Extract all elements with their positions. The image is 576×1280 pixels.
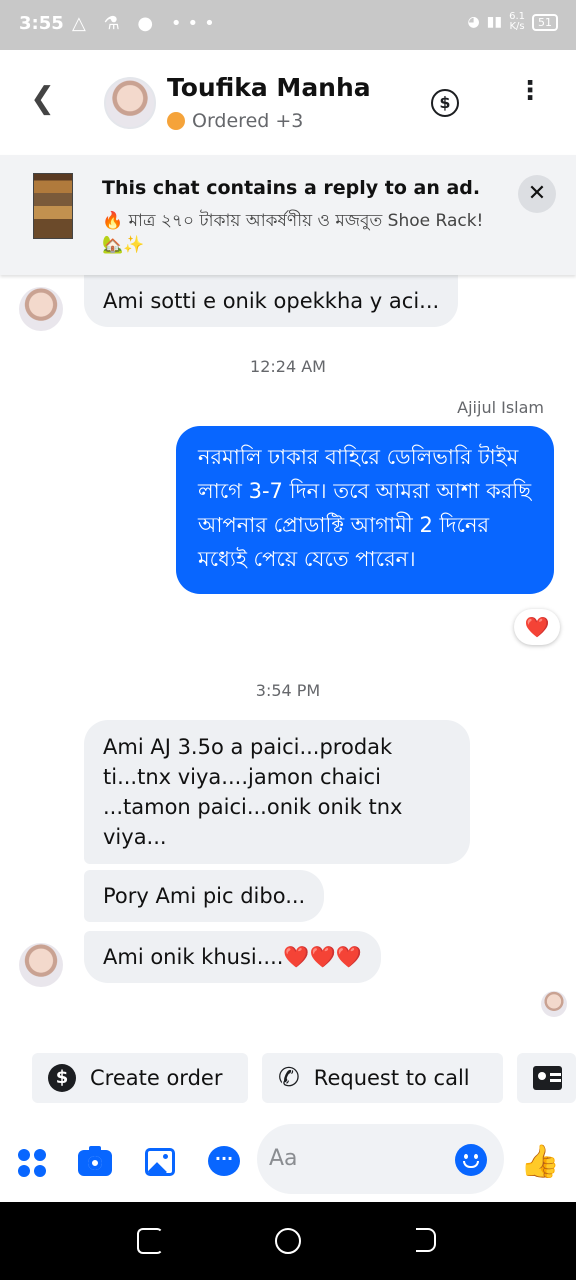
notification-icons: △ ⚗ ● •••: [72, 13, 221, 34]
signal-icon: ▮▮: [486, 14, 503, 30]
ad-banner-title: This chat contains a reply to an ad.: [102, 177, 481, 199]
request-call-label: Request to call: [313, 1066, 470, 1090]
ad-thumbnail[interactable]: [33, 173, 73, 239]
status-bar: 3:55 △ ⚗ ● ••• ◕ ▮▮ 6.1 K/s 51: [0, 0, 576, 50]
contact-name[interactable]: Toufika Manha: [167, 73, 371, 102]
status-label: Ordered +3: [192, 110, 304, 132]
wifi-icon: ◕: [467, 14, 480, 30]
speed-unit: K/s: [509, 21, 525, 32]
create-order-button[interactable]: $ Create order: [32, 1053, 248, 1103]
create-order-label: Create order: [90, 1066, 223, 1090]
dollar-icon: $: [48, 1064, 76, 1092]
status-time: 3:55: [19, 13, 64, 34]
outgoing-message[interactable]: নরমালি ঢাকার বাহিরে ডেলিভারি টাইম লাগে 3…: [176, 426, 554, 594]
incoming-message[interactable]: Ami AJ 3.5o a paici...prodak ti...tnx vi…: [84, 720, 470, 864]
back-arrow-icon[interactable]: ❮: [30, 84, 55, 114]
sender-avatar[interactable]: [19, 287, 63, 331]
ad-banner-description: 🔥 মাত্র ২৭০ টাকায় আকর্ষণীয় ও মজবুত Sho…: [102, 211, 484, 255]
recent-apps-icon[interactable]: [137, 1228, 163, 1254]
chat-header: ❮ Toufika Manha Ordered +3 $ ⋮: [0, 50, 576, 155]
incoming-message[interactable]: Ami onik khusi....❤️❤️❤️: [84, 931, 381, 983]
incoming-message[interactable]: Pory Ami pic dibo...: [84, 870, 325, 922]
contact-card-button[interactable]: [517, 1053, 576, 1103]
message-input[interactable]: Aa: [257, 1124, 504, 1194]
emoji-icon[interactable]: [455, 1144, 487, 1176]
request-to-call-button[interactable]: ✆ Request to call: [262, 1053, 503, 1103]
status-dot-icon: [167, 112, 185, 130]
sender-name: Ajijul Islam: [457, 398, 544, 417]
message-timestamp: 12:24 AM: [250, 357, 326, 376]
heart-reaction-icon[interactable]: ❤️: [514, 609, 560, 645]
saved-replies-icon[interactable]: ···: [208, 1146, 240, 1176]
message-placeholder: Aa: [269, 1146, 298, 1171]
battery-icon: 51: [532, 13, 558, 31]
sender-avatar[interactable]: [19, 943, 63, 987]
gallery-icon[interactable]: [145, 1148, 175, 1176]
contact-status[interactable]: Ordered +3: [167, 110, 303, 132]
close-icon[interactable]: ✕: [518, 175, 556, 213]
more-options-icon[interactable]: ⋮: [517, 78, 543, 104]
ad-reply-banner[interactable]: This chat contains a reply to an ad. 🔥 ম…: [0, 155, 576, 275]
phone-plus-icon: ✆: [278, 1063, 300, 1093]
incoming-message[interactable]: Ami sotti e onik opekkha y aci...: [84, 275, 459, 327]
contact-card-icon: [533, 1066, 562, 1090]
home-icon[interactable]: [275, 1228, 301, 1254]
read-receipt-avatar: [541, 991, 567, 1017]
payment-dollar-icon[interactable]: $: [431, 89, 459, 117]
camera-icon[interactable]: [78, 1146, 112, 1176]
contact-avatar[interactable]: [104, 77, 156, 129]
system-nav-bar: [0, 1202, 576, 1280]
status-right: ◕ ▮▮ 6.1 K/s 51: [467, 12, 558, 32]
message-composer: ··· Aa 👍: [0, 1120, 576, 1202]
thumbs-up-icon[interactable]: 👍: [520, 1142, 560, 1180]
back-icon[interactable]: [416, 1228, 436, 1252]
network-speed: 6.1 K/s: [509, 12, 525, 32]
apps-grid-icon[interactable]: [18, 1149, 46, 1177]
message-timestamp: 3:54 PM: [255, 681, 321, 700]
